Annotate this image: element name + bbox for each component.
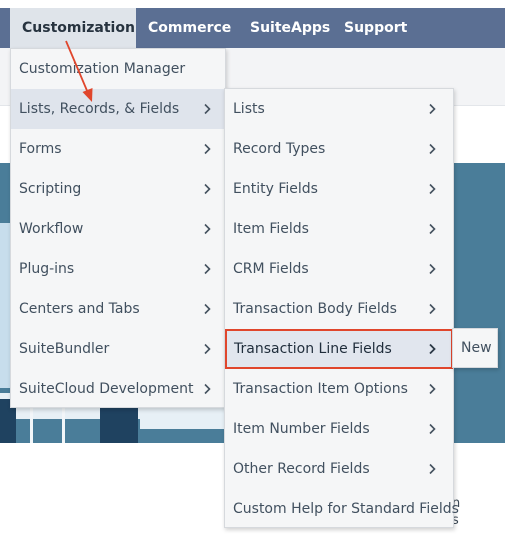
chevron-right-icon — [204, 263, 211, 275]
chevron-right-icon — [429, 103, 436, 115]
menu-item-label: Other Record Fields — [233, 461, 370, 477]
chevron-right-icon — [429, 223, 436, 235]
chevron-right-icon — [204, 183, 211, 195]
submenu-item-lists[interactable]: Lists — [225, 89, 453, 129]
chevron-right-icon — [204, 343, 211, 355]
chevron-right-icon — [429, 263, 436, 275]
submenu-item-crm-fields[interactable]: CRM Fields — [225, 249, 453, 289]
nav-tab-support[interactable]: Support — [344, 8, 407, 48]
illustration-screen — [140, 411, 224, 429]
menu-item-label: Entity Fields — [233, 181, 318, 197]
submenu-item-other-record-fields[interactable]: Other Record Fields — [225, 449, 453, 489]
submenu-item-new[interactable]: New — [461, 329, 492, 367]
lists-records-fields-submenu: Lists Record Types Entity Fields Item Fi… — [224, 88, 459, 529]
top-navigation-bar: Customization Commerce SuiteApps Support — [0, 8, 505, 48]
submenu-item-entity-fields[interactable]: Entity Fields — [225, 169, 453, 209]
menu-item-scripting[interactable]: Scripting — [11, 169, 225, 209]
submenu-item-item-fields[interactable]: Item Fields — [225, 209, 453, 249]
nav-tab-label: Support — [344, 20, 408, 36]
submenu-item-transaction-body-fields[interactable]: Transaction Body Fields — [225, 289, 453, 329]
menu-item-label: Centers and Tabs — [19, 301, 140, 317]
menu-item-customization-manager[interactable]: Customization Manager — [11, 49, 225, 89]
menu-item-label: Forms — [19, 141, 62, 157]
chevron-right-icon — [429, 183, 436, 195]
submenu-item-transaction-line-fields[interactable]: Transaction Line Fields — [225, 329, 453, 369]
nav-tab-label: Commerce — [148, 20, 232, 36]
menu-item-label: Lists, Records, & Fields — [19, 101, 180, 117]
nav-tab-customization[interactable]: Customization — [10, 8, 136, 48]
chevron-right-icon — [429, 303, 436, 315]
chevron-right-icon — [429, 463, 436, 475]
menu-item-plug-ins[interactable]: Plug-ins — [11, 249, 225, 289]
transaction-line-fields-submenu: New — [452, 328, 498, 368]
menu-item-suitecloud-development[interactable]: SuiteCloud Development — [11, 369, 225, 409]
nav-tab-label: Customization — [22, 20, 135, 36]
menu-item-label: Customization Manager — [19, 61, 186, 77]
chevron-right-icon — [429, 143, 436, 155]
submenu-item-transaction-item-options[interactable]: Transaction Item Options — [225, 369, 453, 409]
menu-item-forms[interactable]: Forms — [11, 129, 225, 169]
chevron-right-icon — [204, 223, 211, 235]
menu-item-workflow[interactable]: Workflow — [11, 209, 225, 249]
menu-item-label: SuiteCloud Development — [19, 381, 194, 397]
menu-item-label: Record Types — [233, 141, 326, 157]
menu-item-label: Custom Help for Standard Fields — [233, 501, 459, 517]
menu-item-suitebundler[interactable]: SuiteBundler — [11, 329, 225, 369]
nav-tab-suiteapps[interactable]: SuiteApps — [250, 8, 330, 48]
submenu-item-custom-help-standard-fields[interactable]: Custom Help for Standard Fields — [225, 489, 459, 529]
nav-tab-label: SuiteApps — [250, 20, 331, 36]
menu-item-label: Transaction Body Fields — [233, 301, 397, 317]
menu-item-label: Lists — [233, 101, 265, 117]
menu-item-label: CRM Fields — [233, 261, 309, 277]
menu-item-label: Scripting — [19, 181, 82, 197]
menu-item-label: Item Number Fields — [233, 421, 370, 437]
submenu-item-item-number-fields[interactable]: Item Number Fields — [225, 409, 453, 449]
menu-item-label: SuiteBundler — [19, 341, 110, 357]
customization-menu: Customization Manager Lists, Records, & … — [10, 48, 226, 408]
chevron-right-icon — [429, 343, 436, 355]
chevron-right-icon — [204, 303, 211, 315]
nav-tab-commerce[interactable]: Commerce — [148, 8, 231, 48]
menu-item-label: Plug-ins — [19, 261, 75, 277]
menu-item-label: Item Fields — [233, 221, 309, 237]
chevron-right-icon — [429, 383, 436, 395]
menu-item-label: Workflow — [19, 221, 84, 237]
chevron-right-icon — [429, 423, 436, 435]
chevron-right-icon — [204, 103, 211, 115]
menu-item-lists-records-fields[interactable]: Lists, Records, & Fields — [11, 89, 225, 129]
submenu-item-record-types[interactable]: Record Types — [225, 129, 453, 169]
menu-item-label: Transaction Item Options — [233, 381, 408, 397]
chevron-right-icon — [204, 143, 211, 155]
menu-item-label: Transaction Line Fields — [234, 341, 392, 357]
chevron-right-icon — [204, 383, 211, 395]
illustration-line — [62, 403, 65, 443]
menu-item-centers-and-tabs[interactable]: Centers and Tabs — [11, 289, 225, 329]
